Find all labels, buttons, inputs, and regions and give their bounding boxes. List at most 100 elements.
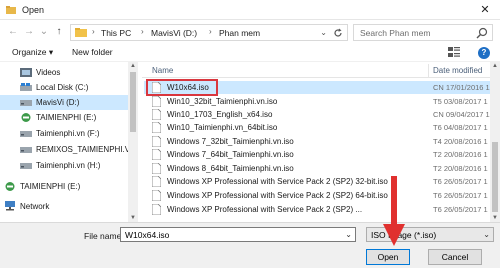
recent-locations-icon[interactable]: ⌄ [37,25,51,39]
sidebar-item-taimienphi-e-2[interactable]: TAIMIENPHI (E:) [0,179,128,194]
file-name-input[interactable]: W10x64.iso ⌄ [120,227,356,242]
file-name: Windows XP Professional with Service Pac… [167,177,388,186]
sidebar-item-taimienphi-h[interactable]: Taimienphi.vn (H:) [0,158,128,173]
cancel-button[interactable]: Cancel [428,249,482,265]
file-row[interactable]: Win10_Taimienphi.vn_64bit.iso T6 04/08/2… [144,121,490,134]
annotation-arrow-icon [383,176,405,246]
file-name: Win10_32bit_Taimienphi.vn.iso [167,97,278,106]
file-date: CN 17/01/2016 1 [433,83,490,92]
sidebar-item-mavisvi-d[interactable]: MavisVi (D:) [0,95,128,110]
iso-file-icon [152,190,161,201]
file-row[interactable]: Windows 8_64bit_Taimienphi.vn.iso T2 20/… [144,162,490,175]
drive-icon [20,100,32,106]
scroll-up-icon[interactable]: ▲ [128,63,138,69]
file-list: Name Date modified W10x64.iso CN 17/01/2… [142,62,490,222]
search-icon [476,27,488,39]
file-date: T6 04/08/2017 1 [433,123,488,132]
breadcrumb-separator: › [141,27,144,36]
drive-icon [20,147,32,153]
back-arrow-icon[interactable]: ← [6,25,20,39]
column-divider[interactable] [428,64,429,77]
sidebar-item-label: Taimienphi.vn (H:) [36,161,101,170]
file-date: T6 26/05/2017 1 [433,177,488,186]
title-bar: Open ✕ [0,0,500,20]
iso-file-icon [152,96,161,107]
address-dropdown-icon[interactable]: ⌄ [320,28,327,37]
chevron-down-icon[interactable]: ⌄ [345,230,352,239]
iso-file-icon [152,204,161,215]
scrollbar-thumb[interactable] [492,142,498,212]
file-date: T2 20/08/2016 1 [433,150,488,159]
sidebar-item-remixos[interactable]: REMIXOS_TAIMIENPHI.VN [0,142,136,157]
sidebar-item-label: Videos [36,68,61,77]
sidebar-item-label: MavisVi (D:) [36,98,80,107]
close-icon[interactable]: ✕ [478,3,492,17]
file-name-value: W10x64.iso [125,230,170,240]
drive-icon [20,83,32,91]
sidebar-item-label: TAIMIENPHI (E:) [20,182,81,191]
file-row[interactable]: Windows XP Professional with Service Pac… [144,203,490,216]
usb-drive-icon [5,182,15,191]
header-divider [142,77,490,78]
breadcrumb-separator: › [209,27,212,36]
column-header-date-modified[interactable]: Date modified [433,66,482,75]
file-name: Windows XP Professional with Service Pac… [167,191,388,200]
breadcrumb-mavisvi[interactable]: MavisVi (D:) [151,28,197,38]
breadcrumb-separator: › [92,27,95,36]
chevron-down-icon[interactable]: ⌄ [483,230,490,239]
file-name: Windows 7_32bit_Taimienphi.vn.iso [167,137,294,146]
search-box[interactable]: Search Phan mem [353,24,493,41]
sidebar-item-taimienphi-f[interactable]: Taimienphi.vn (F:) [0,126,128,141]
help-icon[interactable]: ? [478,47,490,59]
refresh-icon[interactable] [333,27,343,39]
folder-icon [75,28,87,37]
drive-icon [20,131,32,137]
file-row[interactable]: Windows XP Professional with Service Pac… [144,175,490,188]
navigation-pane: Videos Local Disk (C:) MavisVi (D:) TAIM… [0,62,138,222]
file-row[interactable]: Windows 7_32bit_Taimienphi.vn.iso T4 20/… [144,135,490,148]
scroll-up-icon[interactable]: ▲ [490,63,500,69]
search-placeholder: Search Phan mem [360,28,431,38]
file-name: Windows 8_64bit_Taimienphi.vn.iso [167,164,294,173]
iso-file-icon [152,149,161,160]
scrollbar-thumb[interactable] [130,72,136,132]
file-row[interactable]: Windows 7_64bit_Taimienphi.vn.iso T2 20/… [144,148,490,161]
organize-button[interactable]: Organize ▾ [12,47,53,58]
iso-file-icon [152,136,161,147]
column-header-name[interactable]: Name [152,66,173,75]
open-button[interactable]: Open [366,249,410,265]
scroll-down-icon[interactable]: ▼ [128,215,138,221]
file-row[interactable]: Windows XP Professional with Service Pac… [144,189,490,202]
dialog-footer: File name: W10x64.iso ⌄ ISO Image (*.iso… [0,222,500,268]
sidebar-item-label: Taimienphi.vn (F:) [36,129,100,138]
file-date: T6 26/05/2017 1 [433,205,488,214]
file-date: T4 20/08/2016 1 [433,137,488,146]
usb-drive-icon [21,113,31,122]
sidebar-item-local-disk-c[interactable]: Local Disk (C:) [0,80,128,95]
iso-file-icon [152,176,161,187]
sidebar-item-videos[interactable]: Videos [0,65,128,80]
file-name-label: File name: [84,231,124,241]
file-date: T6 26/05/2017 1 [433,191,488,200]
address-bar[interactable]: › This PC › MavisVi (D:) › Phan mem ⌄ [70,24,348,41]
iso-file-icon [152,163,161,174]
file-row[interactable]: Win10_32bit_Taimienphi.vn.iso T5 03/08/2… [144,95,490,108]
breadcrumb-this-pc[interactable]: This PC [101,28,131,38]
sidebar-scrollbar[interactable]: ▲ ▼ [128,62,138,222]
file-name: Windows 7_64bit_Taimienphi.vn.iso [167,150,294,159]
file-date: T5 03/08/2017 1 [433,97,488,106]
file-date: CN 09/04/2017 1 [433,110,490,119]
new-folder-button[interactable]: New folder [72,47,113,57]
up-arrow-icon[interactable]: ↑ [52,25,66,39]
breadcrumb-phan-mem[interactable]: Phan mem [219,28,260,38]
forward-arrow-icon[interactable]: → [22,25,36,39]
videos-icon [20,68,32,77]
view-options-icon[interactable] [448,47,460,58]
sidebar-item-network[interactable]: Network [0,199,128,214]
scroll-down-icon[interactable]: ▼ [490,215,500,221]
network-icon [5,201,15,211]
sidebar-item-taimienphi-e[interactable]: TAIMIENPHI (E:) [0,110,128,125]
file-row[interactable]: Win10_1703_English_x64.iso CN 09/04/2017… [144,108,490,121]
file-list-scrollbar[interactable]: ▲ ▼ [490,62,500,222]
file-row[interactable]: W10x64.iso CN 17/01/2016 1 [144,79,490,96]
